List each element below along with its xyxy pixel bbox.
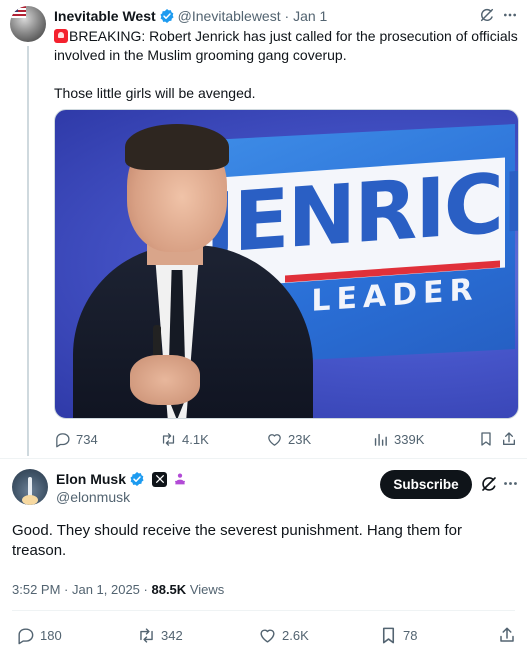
government-badge-icon[interactable] — [172, 471, 188, 487]
tweet-text-line: Those little girls will be avenged. — [54, 85, 256, 101]
thread-line — [27, 46, 29, 456]
avatar[interactable] — [10, 6, 46, 42]
subscribe-button[interactable]: Subscribe — [380, 470, 472, 499]
like-button[interactable]: 23K — [266, 431, 311, 448]
views-count: 88.5K — [151, 582, 187, 597]
heart-icon — [268, 434, 281, 446]
views-count: 339K — [394, 432, 425, 447]
us-flag-icon — [10, 6, 26, 18]
share-button[interactable] — [501, 431, 522, 447]
person-hand — [130, 355, 200, 405]
grok-icon[interactable] — [479, 7, 495, 23]
repost-count: 4.1K — [182, 432, 209, 447]
dot-separator: · — [280, 8, 294, 24]
repost-button[interactable]: 342 — [137, 626, 183, 645]
quoted-author-row: Inevitable West @Inevitablewest · Jan 1 — [54, 7, 327, 25]
divider — [12, 610, 515, 611]
reply-button[interactable]: 734 — [54, 431, 98, 448]
views-label: Views — [189, 582, 225, 597]
reply-count: 180 — [40, 628, 62, 643]
reply-count: 734 — [76, 432, 98, 447]
repost-button[interactable]: 4.1K — [160, 431, 209, 448]
grok-icon[interactable] — [480, 475, 498, 493]
more-icon[interactable] — [502, 475, 519, 492]
bookmark-button[interactable] — [478, 431, 499, 447]
quoted-tweet-text: BREAKING: Robert Jenrick has just called… — [54, 27, 519, 103]
reply-icon — [18, 628, 34, 645]
repost-icon — [140, 628, 153, 643]
x-affiliation-icon[interactable] — [152, 471, 168, 487]
divider — [0, 458, 527, 459]
reply-icon — [56, 433, 70, 448]
repost-count: 342 — [161, 628, 183, 643]
person-hair — [125, 124, 229, 170]
main-tweet-text: Good. They should receive the severest p… — [12, 522, 462, 559]
tweet-text-line: BREAKING: Robert Jenrick has just called… — [54, 28, 518, 63]
bookmark-button[interactable]: 78 — [379, 626, 417, 645]
siren-icon — [54, 29, 68, 43]
author-name[interactable]: Inevitable West — [54, 8, 156, 24]
like-count: 2.6K — [282, 628, 309, 643]
share-button[interactable] — [498, 626, 521, 644]
avatar[interactable] — [12, 469, 48, 505]
share-icon — [500, 627, 514, 642]
author-handle[interactable]: @elonmusk — [56, 489, 130, 505]
repost-icon — [162, 433, 175, 446]
author-name[interactable]: Elon Musk — [56, 471, 126, 487]
verified-icon — [160, 9, 174, 23]
tweet-media-image[interactable]: JENRICK LEADER — [54, 109, 519, 419]
author-handle[interactable]: @Inevitablewest — [178, 8, 281, 24]
plume-icon — [22, 495, 38, 505]
like-button[interactable]: 2.6K — [258, 626, 309, 645]
bookmark-icon — [481, 432, 491, 446]
heart-icon — [260, 629, 275, 643]
tweet-date[interactable]: Jan 1 — [293, 8, 327, 24]
reply-button[interactable]: 180 — [16, 626, 62, 645]
tweet-meta-row: 3:52 PM · Jan 1, 2025 · 88.5K Views — [12, 582, 224, 597]
more-icon[interactable] — [502, 7, 518, 23]
bookmark-icon — [382, 627, 395, 644]
analytics-icon — [374, 433, 387, 446]
main-author-row: Elon Musk — [56, 471, 188, 487]
share-icon — [503, 432, 515, 445]
views-button[interactable]: 339K — [372, 431, 424, 448]
verified-icon — [130, 472, 144, 486]
dot-separator: · — [139, 582, 152, 597]
bookmark-count: 78 — [403, 628, 418, 643]
tweet-timestamp[interactable]: 3:52 PM · Jan 1, 2025 — [12, 582, 140, 597]
like-count: 23K — [288, 432, 312, 447]
